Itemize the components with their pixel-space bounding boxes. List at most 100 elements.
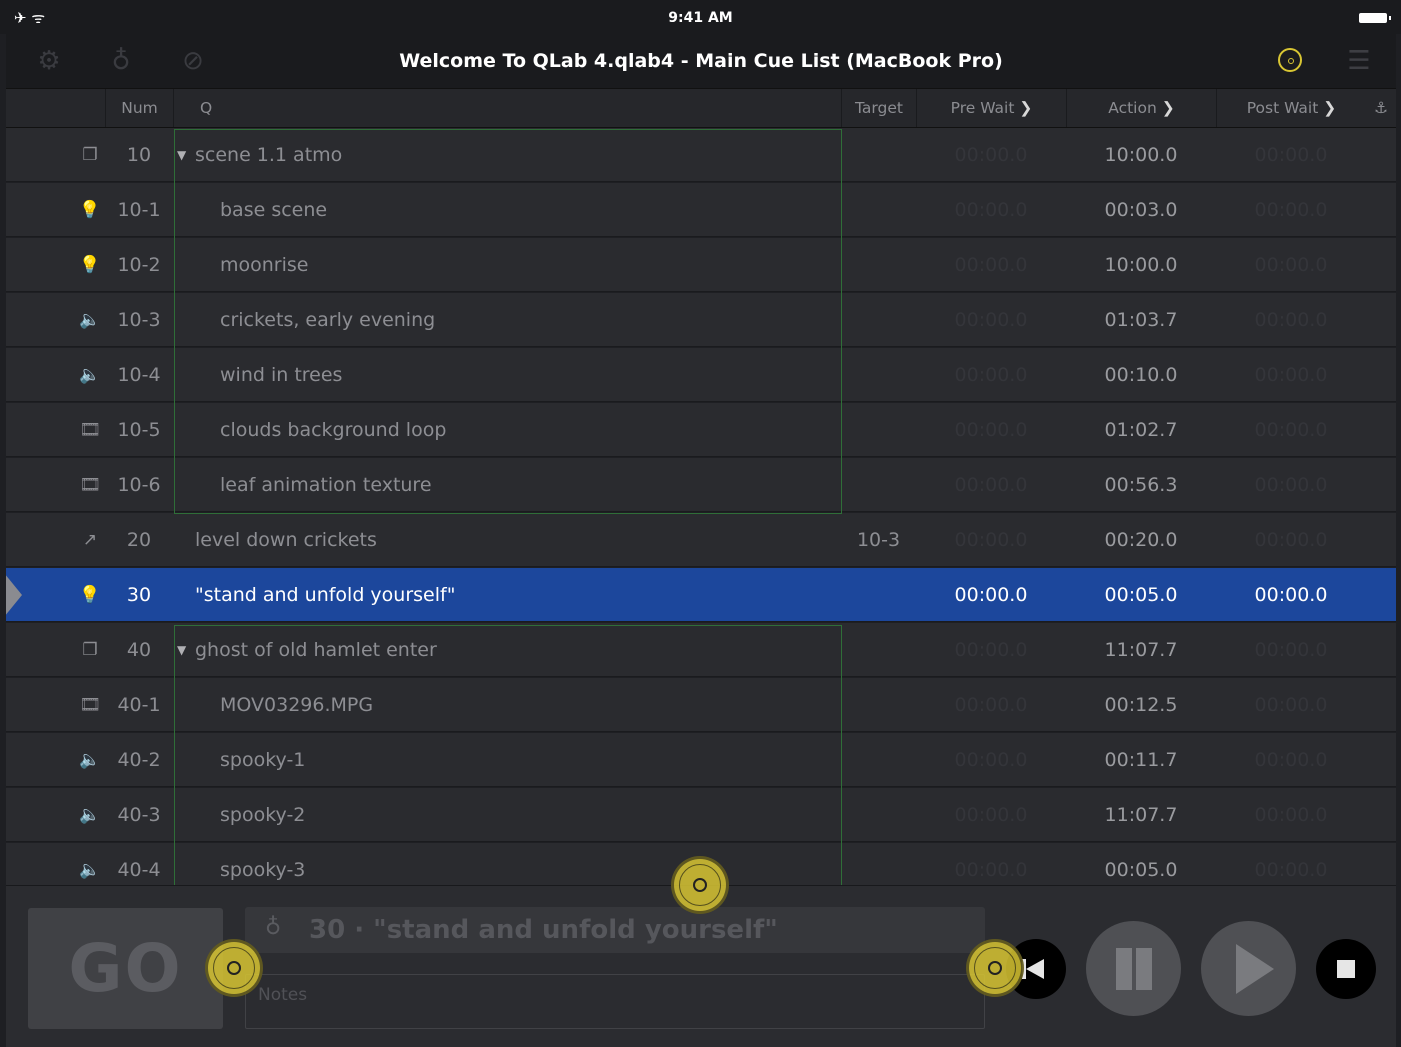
cue-row[interactable]: ↗ 20 level down crickets 10-3 00:00.0 00:20.0…: [6, 513, 1396, 567]
cue-post-wait: 00:00.0: [1254, 749, 1328, 771]
disclosure-triangle-icon[interactable]: ▼: [177, 623, 186, 677]
cue-type-icon: 🔈: [79, 310, 101, 330]
cue-post-wait: 00:00.0: [1254, 144, 1328, 166]
cue-action-duration: 00:05.0: [1104, 859, 1178, 881]
cue-name: ▼ ghost of old hamlet enter: [177, 623, 835, 677]
header-post-wait[interactable]: Post Wait ❯: [1216, 89, 1366, 127]
cue-row[interactable]: ❐ 40 ▼ ghost of old hamlet enter 00:00.0 11:0…: [6, 623, 1396, 677]
cue-number: 30: [126, 584, 152, 606]
rewind-icon: [1026, 959, 1044, 979]
standby-cue-display: ♁ 30 · "stand and unfold yourself": [245, 907, 985, 953]
cue-name-text: scene 1.1 atmo: [195, 144, 343, 166]
cue-target: [841, 733, 916, 787]
cue-row[interactable]: 🔈 10-3 crickets, early evening 00:00.0 01:03…: [6, 293, 1396, 347]
cue-row[interactable]: 🎞 10-6 leaf animation texture 00:00.0 00:56.…: [6, 458, 1396, 512]
cue-target: 10-3: [856, 529, 901, 551]
header-action[interactable]: Action ❯: [1066, 89, 1216, 127]
target-icon[interactable]: [1274, 44, 1308, 78]
disclosure-triangle-icon[interactable]: ▼: [177, 128, 186, 182]
cue-action-duration: 01:03.7: [1104, 309, 1178, 331]
cue-type-icon: ↗: [82, 530, 98, 550]
cue-target: [841, 403, 916, 457]
chevron-right-icon: ❯: [1019, 99, 1033, 117]
cue-number: 40: [126, 639, 152, 661]
cue-action-duration: 10:00.0: [1104, 144, 1178, 166]
cue-number: 10-3: [117, 309, 161, 331]
cue-post-wait: 00:00.0: [1254, 364, 1328, 386]
list-icon[interactable]: ☰: [1342, 44, 1376, 78]
cue-target: [841, 788, 916, 842]
cue-row[interactable]: ❐ 10 ▼ scene 1.1 atmo 00:00.0 10:00.0 00:00.0: [6, 128, 1396, 182]
cue-name: wind in trees: [220, 364, 343, 386]
cue-pre-wait: 00:00.0: [954, 804, 1028, 826]
touch-indicator: [966, 939, 1024, 997]
cue-row[interactable]: 🎞 10-5 clouds background loop 00:00.0 01:02.…: [6, 403, 1396, 457]
header-q[interactable]: Q: [173, 89, 841, 127]
cue-number: 40-1: [117, 694, 161, 716]
cue-target: [841, 293, 916, 347]
cue-pre-wait: 00:00.0: [954, 584, 1028, 606]
cue-number: 40-2: [117, 749, 161, 771]
resume-button[interactable]: [1201, 921, 1296, 1016]
cue-post-wait: 00:00.0: [1254, 419, 1328, 441]
cue-action-duration: 10:00.0: [1104, 254, 1178, 276]
cue-target: [841, 238, 916, 292]
cue-pre-wait: 00:00.0: [954, 419, 1028, 441]
cue-number: 40-3: [117, 804, 161, 826]
status-time: 9:41 AM: [668, 10, 733, 26]
workspace-title: Welcome To QLab 4.qlab4 - Main Cue List …: [399, 50, 1003, 72]
cue-row[interactable]: 🔈 40-2 spooky-1 00:00.0 00:11.7 00:00.0: [6, 733, 1396, 787]
cue-name: "stand and unfold yourself": [195, 584, 456, 606]
cue-type-icon: 🔈: [79, 365, 101, 385]
cue-pre-wait: 00:00.0: [954, 749, 1028, 771]
cue-type-icon: 🎞: [79, 695, 101, 715]
cue-post-wait: 00:00.0: [1254, 309, 1328, 331]
cue-row[interactable]: 🔈 40-3 spooky-2 00:00.0 11:07.7 00:00.0: [6, 788, 1396, 842]
cue-type-icon: 💡: [79, 200, 101, 220]
cue-name: clouds background loop: [220, 419, 447, 441]
cue-name: moonrise: [220, 254, 309, 276]
cue-action-duration: 00:10.0: [1104, 364, 1178, 386]
cue-name: spooky-1: [220, 749, 306, 771]
cue-type-icon: ❐: [82, 145, 98, 165]
notes-placeholder: Notes: [258, 985, 308, 1005]
pause-button[interactable]: [1086, 921, 1181, 1016]
header-target[interactable]: Target: [841, 89, 916, 127]
anchor-icon[interactable]: ⚓: [1366, 89, 1396, 127]
playhead-icon: [6, 568, 22, 622]
header-icon-col: [6, 89, 105, 127]
cue-row[interactable]: 💡 10-2 moonrise 00:00.0 10:00.0 00:00.0: [6, 238, 1396, 292]
cue-post-wait: 00:00.0: [1254, 584, 1328, 606]
notes-field[interactable]: Notes: [245, 974, 985, 1029]
cue-number: 10-4: [117, 364, 161, 386]
cue-number: 40-4: [117, 859, 161, 881]
cue-pre-wait: 00:00.0: [954, 254, 1028, 276]
cue-name: MOV03296.MPG: [220, 694, 374, 716]
cue-row[interactable]: 💡 30 "stand and unfold yourself" 00:00.0 00:…: [6, 568, 1396, 622]
cue-type-icon: 🎞: [79, 420, 101, 440]
cue-row[interactable]: 🎞 40-1 MOV03296.MPG 00:00.0 00:12.5 00:00.0: [6, 678, 1396, 732]
header-num[interactable]: Num: [105, 89, 173, 127]
stop-button[interactable]: [1316, 939, 1376, 999]
cue-target: [841, 128, 916, 182]
cue-target: [841, 348, 916, 402]
cue-post-wait: 00:00.0: [1254, 639, 1328, 661]
cue-post-wait: 00:00.0: [1254, 694, 1328, 716]
cue-action-duration: 00:03.0: [1104, 199, 1178, 221]
cue-action-duration: 11:07.7: [1104, 639, 1178, 661]
cue-action-duration: 00:20.0: [1104, 529, 1178, 551]
cue-pre-wait: 00:00.0: [954, 474, 1028, 496]
cue-target: [841, 623, 916, 677]
cue-pre-wait: 00:00.0: [954, 694, 1028, 716]
cue-number: 10: [126, 144, 152, 166]
cue-row[interactable]: 💡 10-1 base scene 00:00.0 00:03.0 00:00.0: [6, 183, 1396, 237]
battery-icon: [1359, 13, 1391, 23]
cue-list: ❐ 10 ▼ scene 1.1 atmo 00:00.0 10:00.0 00:00.0 💡…: [6, 128, 1396, 885]
cue-name: ▼ scene 1.1 atmo: [177, 128, 835, 182]
cue-post-wait: 00:00.0: [1254, 254, 1328, 276]
cue-row[interactable]: 🔈 10-4 wind in trees 00:00.0 00:10.0 00:00.0: [6, 348, 1396, 402]
header-pre-wait[interactable]: Pre Wait ❯: [916, 89, 1066, 127]
go-button[interactable]: GO: [28, 908, 223, 1029]
cue-pre-wait: 00:00.0: [954, 199, 1028, 221]
chevron-right-icon: ❯: [1323, 99, 1337, 117]
